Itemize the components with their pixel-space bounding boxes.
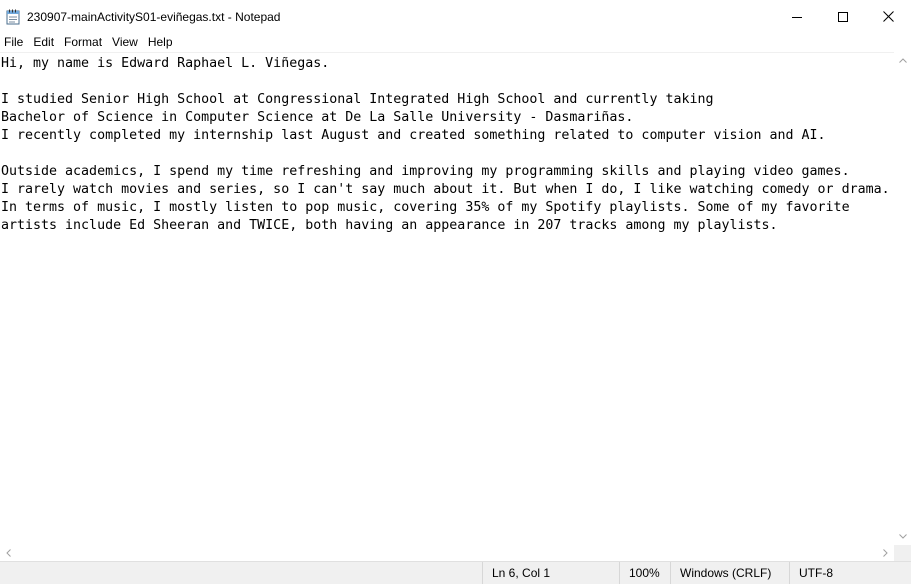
maximize-button[interactable] — [820, 0, 866, 33]
menu-edit[interactable]: Edit — [29, 33, 60, 52]
cursor-position: Ln 6, Col 1 — [482, 562, 619, 584]
menu-view[interactable]: View — [108, 33, 144, 52]
menu-format[interactable]: Format — [60, 33, 108, 52]
scroll-down-icon[interactable] — [894, 528, 911, 545]
menu-bar: File Edit Format View Help — [0, 33, 911, 52]
scroll-up-icon[interactable] — [894, 52, 911, 69]
line-ending: Windows (CRLF) — [670, 562, 789, 584]
minimize-button[interactable] — [774, 0, 820, 33]
menu-file[interactable]: File — [0, 33, 29, 52]
zoom-level: 100% — [619, 562, 670, 584]
menu-help[interactable]: Help — [144, 33, 179, 52]
text-editor[interactable]: Hi, my name is Edward Raphael L. Viñegas… — [0, 52, 894, 545]
status-bar: Ln 6, Col 1 100% Windows (CRLF) UTF-8 — [0, 561, 911, 584]
encoding: UTF-8 — [789, 562, 911, 584]
minimize-icon — [792, 12, 802, 22]
title-bar[interactable]: 230907-mainActivityS01-eviñegas.txt - No… — [0, 0, 911, 33]
maximize-icon — [838, 11, 848, 22]
scroll-left-icon[interactable] — [0, 545, 17, 561]
horizontal-scrollbar[interactable] — [0, 545, 894, 561]
scrollbar-corner — [894, 545, 911, 561]
window-title: 230907-mainActivityS01-eviñegas.txt - No… — [27, 10, 281, 24]
notepad-window: 230907-mainActivityS01-eviñegas.txt - No… — [0, 0, 911, 584]
editor-content[interactable]: Hi, my name is Edward Raphael L. Viñegas… — [0, 53, 894, 235]
scroll-right-icon[interactable] — [877, 545, 894, 561]
close-button[interactable] — [865, 0, 911, 33]
vertical-scrollbar[interactable] — [894, 52, 911, 545]
close-icon — [882, 11, 894, 22]
notepad-icon[interactable] — [6, 9, 20, 25]
